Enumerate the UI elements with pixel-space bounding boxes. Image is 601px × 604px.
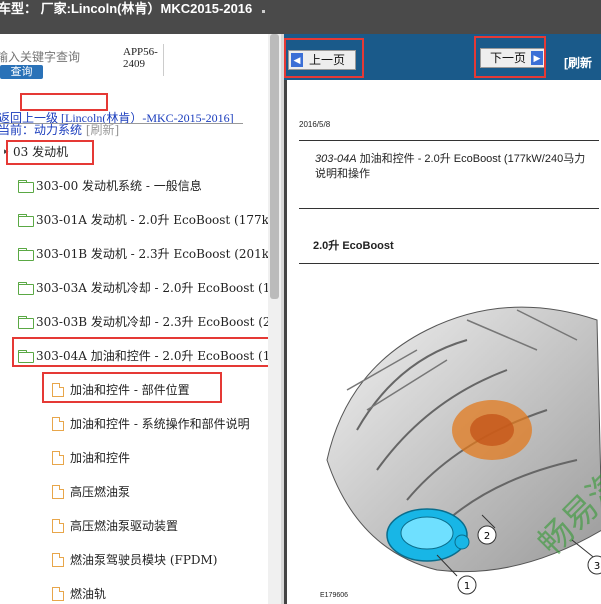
title-code: 303-04A	[315, 153, 357, 165]
rule-top	[299, 140, 599, 141]
query-button[interactable]: 查询	[0, 65, 43, 79]
refresh-page-link[interactable]: [刷新	[564, 54, 592, 71]
rule-section	[299, 263, 599, 264]
title-text: 加油和控件 - 2.0升 EcoBoost (177kW/240马力	[356, 153, 586, 165]
tree-item-303-01a[interactable]: 303-01A 发动机 - 2.0升 EcoBoost (177kW	[18, 207, 281, 233]
section-heading: 2.0升 EcoBoost	[313, 240, 394, 252]
tree-item-303-01b[interactable]: 303-01B 发动机 - 2.3升 EcoBoost (201kW	[18, 241, 281, 267]
tree-item-303-00[interactable]: 303-00 发动机系统 - 一般信息	[18, 173, 202, 199]
tree-item-label: 高压燃油泵驱动装置	[70, 519, 179, 533]
folder-icon	[18, 316, 34, 329]
tree-item-fpdm[interactable]: 燃油泵驾驶员模块 (FPDM)	[52, 547, 218, 573]
folder-icon	[18, 214, 34, 227]
header-divider	[163, 44, 164, 76]
highlight-box-303-04a	[12, 337, 280, 367]
engine-illustration: 畅易汽车 1 2 3	[326, 306, 601, 595]
left-nav-panel: 查询 APP56-2409 返回上一级 [Lincoln(林肯）-MKC-201…	[0, 34, 281, 604]
refresh-tree-link[interactable]: [刷新]	[86, 123, 119, 137]
tree-item-303-03b[interactable]: 303-03B 发动机冷却 - 2.3升 EcoBoost (20	[18, 309, 278, 335]
document-date: 2016/5/8	[299, 120, 331, 129]
folder-icon	[18, 248, 34, 261]
highlight-box-engine	[6, 140, 94, 165]
tree-item-label: 303-01B 发动机 - 2.3升 EcoBoost (201kW	[36, 247, 281, 261]
tree-item-label: 加油和控件 - 系统操作和部件说明	[70, 417, 250, 431]
current-label: 当前：动力系统	[0, 123, 83, 137]
document-icon	[52, 451, 64, 465]
document-icon	[52, 417, 64, 431]
left-scrollbar[interactable]	[268, 34, 281, 604]
document-icon	[52, 553, 64, 567]
tree-item-fuel-rail[interactable]: 燃油轨	[52, 581, 106, 604]
callout-1: 1	[464, 581, 470, 592]
tree-item-system-operation[interactable]: 加油和控件 - 系统操作和部件说明	[52, 411, 250, 437]
highlight-box-next	[474, 36, 546, 78]
vehicle-title: 车型： 厂家:Lincoln(林肯）MKC2015-2016	[0, 1, 253, 16]
tree-item-label: 高压燃油泵	[70, 485, 131, 499]
tree-item-hp-fuel-pump[interactable]: 高压燃油泵	[52, 479, 130, 505]
window-title-bar: 车型： 厂家:Lincoln(林肯）MKC2015-2016	[0, 0, 601, 34]
document-panel: ◀ 上一页 下一页 ▶ [刷新 2016/5/8 303-04A 加油和控件 -…	[284, 34, 601, 604]
document-title: 303-04A 加油和控件 - 2.0升 EcoBoost (177kW/240…	[315, 152, 585, 182]
current-location: 当前：动力系统 [刷新]	[0, 121, 119, 138]
highlight-box-current	[20, 93, 108, 111]
app-code-label: APP56-2409	[123, 46, 158, 70]
search-input[interactable]	[0, 48, 86, 66]
figure-id: E179606	[320, 592, 349, 599]
tree-item-label: 303-00 发动机系统 - 一般信息	[36, 179, 202, 193]
tree-item-fuel-controls[interactable]: 加油和控件	[52, 445, 130, 471]
tree-item-hp-pump-drive[interactable]: 高压燃油泵驱动装置	[52, 513, 178, 539]
scrollbar-thumb[interactable]	[270, 34, 279, 299]
highlight-box-component-location	[42, 372, 222, 403]
title-subtitle: 说明和操作	[315, 168, 370, 180]
separator-dot	[262, 10, 265, 13]
callout-2: 2	[484, 531, 490, 542]
tree-item-label: 燃油轨	[70, 587, 107, 601]
tree-item-label: 303-01A 发动机 - 2.0升 EcoBoost (177kW	[36, 213, 281, 227]
document-icon	[52, 485, 64, 499]
tree-item-label: 加油和控件	[70, 451, 131, 465]
document-icon	[52, 587, 64, 601]
document-page: 2016/5/8 303-04A 加油和控件 - 2.0升 EcoBoost (…	[284, 80, 601, 604]
tree-item-label: 303-03B 发动机冷却 - 2.3升 EcoBoost (20	[36, 315, 279, 329]
callout-3: 3	[594, 561, 600, 572]
highlight-box-prev	[284, 38, 364, 78]
folder-icon	[18, 180, 34, 193]
folder-icon	[18, 282, 34, 295]
tree-item-303-03a[interactable]: 303-03A 发动机冷却 - 2.0升 EcoBoost (1	[18, 275, 270, 301]
rule-mid	[299, 208, 599, 209]
tree-item-label: 303-03A 发动机冷却 - 2.0升 EcoBoost (1	[36, 281, 271, 295]
tree-item-label: 燃油泵驾驶员模块 (FPDM)	[70, 553, 218, 567]
document-icon	[52, 519, 64, 533]
